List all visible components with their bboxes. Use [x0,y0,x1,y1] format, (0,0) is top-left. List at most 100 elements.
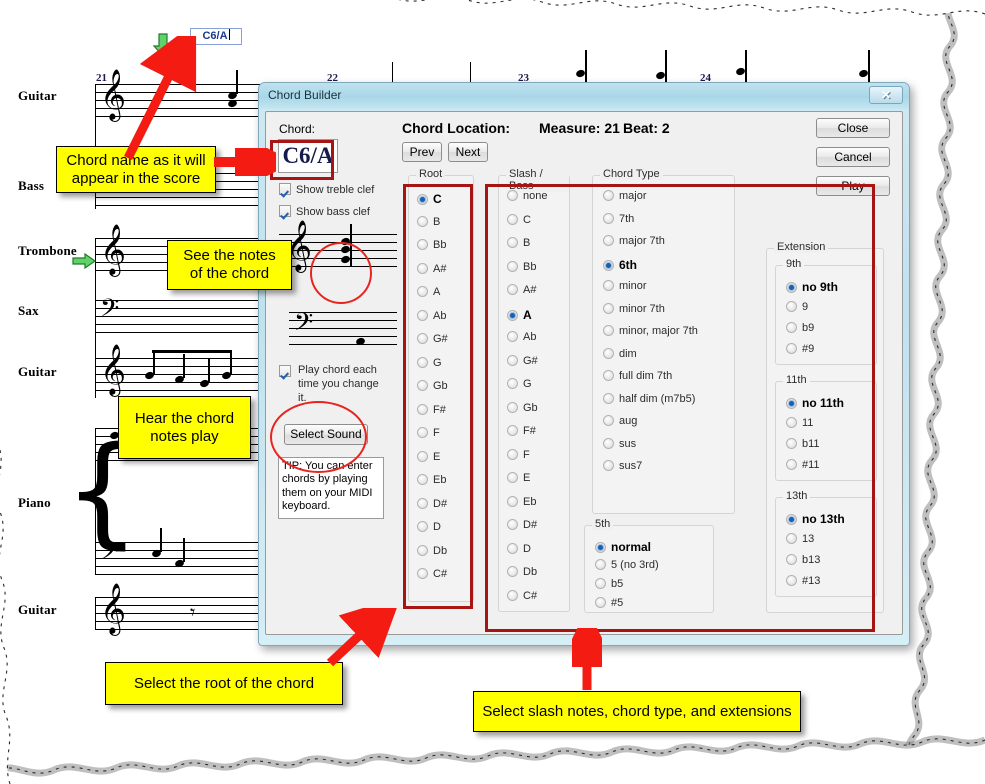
bass-clef-icon: 𝄢 [100,537,120,572]
radio-dot [603,325,614,336]
fifth-radio-5-no-3rd[interactable]: 5 (no 3rd) [595,559,659,571]
radio-dot [507,401,518,413]
ext11-radio-11[interactable]: 11 [786,417,813,429]
chordtype-radio-half-dim-m7b5[interactable]: half dim (m7b5) [603,392,696,405]
root-radio-c[interactable]: C# [417,568,447,580]
slash-radio-eb[interactable]: Eb [507,495,536,508]
slash-radio-label: F# [523,425,536,437]
root-radio-e[interactable]: E [417,450,440,463]
radio-dot [603,259,614,271]
prev-button[interactable]: Prev [402,142,442,162]
chordtype-radio-major-7th[interactable]: major 7th [603,235,665,247]
chordtype-radio-sus7[interactable]: sus7 [603,460,642,472]
note-stem [230,350,232,374]
ext9-radio-9[interactable]: #9 [786,343,814,355]
radio-dot [786,533,797,544]
chord-location-measure: Measure: 21 [539,120,620,136]
slash-radio-label: D [523,542,531,555]
root-radio-c[interactable]: C [417,192,442,206]
root-radio-d[interactable]: D [417,521,441,533]
chordtype-radio-7th[interactable]: 7th [603,212,635,225]
root-radio-gb[interactable]: Gb [417,380,448,392]
slash-radio-f[interactable]: F [507,448,530,461]
fifth-radio-normal[interactable]: normal [595,540,651,554]
chordtype-radio-minor-major-7th[interactable]: minor, major 7th [603,325,698,337]
root-radio-a[interactable]: A# [417,262,446,275]
show-treble-clef-checkbox[interactable]: Show treble clef [279,183,374,196]
play-button[interactable]: Play [816,176,890,196]
fifth-radio-b5[interactable]: b5 [595,578,623,590]
select-sound-button[interactable]: Select Sound [284,424,368,445]
root-radio-d[interactable]: D# [417,497,447,510]
chordtype-radio-dim[interactable]: dim [603,347,637,360]
slash-radio-label: Ab [523,331,537,343]
chordtype-radio-6th[interactable]: 6th [603,258,637,272]
slash-radio-d[interactable]: D [507,542,531,555]
root-radio-bb[interactable]: Bb [417,239,446,251]
slash-radio-gb[interactable]: Gb [507,401,538,414]
slash-radio-bb[interactable]: Bb [507,260,536,273]
chordtype-radio-label: half dim (m7b5) [619,392,696,405]
root-radio-b[interactable]: B [417,215,440,228]
bass-clef-icon: 𝄢 [100,294,120,329]
root-radio-eb[interactable]: Eb [417,474,446,486]
play-chord-each-change-checkbox[interactable]: Play chord each time you change it. [279,364,389,405]
root-radio-f[interactable]: F# [417,403,446,416]
ext13-radio-b13[interactable]: b13 [786,554,820,566]
ext9-radio-no-9th[interactable]: no 9th [786,280,838,294]
note-stem [153,350,155,374]
slash-radio-g[interactable]: G# [507,354,538,367]
slash-radio-ab[interactable]: Ab [507,331,536,343]
chordtype-radio-full-dim-7th[interactable]: full dim 7th [603,370,672,382]
chordtype-radio-label: 7th [619,212,635,225]
slash-radio-f[interactable]: F# [507,425,536,437]
close-button[interactable]: Close [816,118,890,138]
chordtype-radio-sus[interactable]: sus [603,437,636,450]
slash-radio-b[interactable]: B [507,237,530,249]
fifth-radio-5[interactable]: #5 [595,597,623,609]
ext11-radio-b11[interactable]: b11 [786,438,820,450]
next-button[interactable]: Next [448,142,488,162]
show-bass-clef-checkbox[interactable]: Show bass clef [279,205,370,218]
slash-radio-c[interactable]: C# [507,589,537,602]
ext13-radio-13[interactable]: #13 [786,575,820,587]
dialog-titlebar[interactable]: Chord Builder ✕ [259,83,909,109]
slash-radio-a[interactable]: A [507,308,532,322]
cancel-button[interactable]: Cancel [816,147,890,167]
slash-radio-a[interactable]: A# [507,284,536,296]
chordtype-radio-minor[interactable]: minor [603,280,647,292]
root-radio-db[interactable]: Db [417,544,447,557]
ext13-radio-no-13th[interactable]: no 13th [786,512,845,526]
ext9-radio-9[interactable]: 9 [786,301,808,313]
radio-dot [786,322,797,333]
chordtype-radio-label: major [619,190,647,202]
ext9-radio-b9[interactable]: b9 [786,322,814,334]
ext13-radio-13[interactable]: 13 [786,533,814,545]
ext11-radio-11[interactable]: #11 [786,459,820,471]
radio-dot [786,282,797,293]
slash-radio-d[interactable]: D# [507,519,537,531]
root-radio-a[interactable]: A [417,286,440,298]
ext11-radio-no-11th[interactable]: no 11th [786,396,844,410]
slash-radio-g[interactable]: G [507,378,532,390]
root-radio-label: F [433,427,440,439]
root-radio-label: G [433,356,442,369]
slash-radio-db[interactable]: Db [507,566,537,578]
root-radio-f[interactable]: F [417,427,440,439]
score-chord-entry-input[interactable]: C6/A [190,28,242,45]
root-radio-g[interactable]: G [417,356,442,369]
radio-dot [417,215,428,227]
slash-radio-none[interactable]: none [507,190,547,202]
slash-radio-e[interactable]: E [507,472,530,484]
root-radio-g[interactable]: G# [417,333,448,345]
chordtype-radio-label: dim [619,347,637,360]
chordtype-radio-minor-7th[interactable]: minor 7th [603,302,665,315]
chordtype-radio-aug[interactable]: aug [603,415,637,427]
slash-radio-label: none [523,190,548,202]
chord-type-group-caption: Chord Type [600,168,663,180]
close-x-icon[interactable]: ✕ [869,86,903,104]
root-radio-ab[interactable]: Ab [417,309,446,322]
slash-radio-c[interactable]: C [507,213,531,226]
note-stem [585,50,587,84]
chordtype-radio-major[interactable]: major [603,190,647,202]
